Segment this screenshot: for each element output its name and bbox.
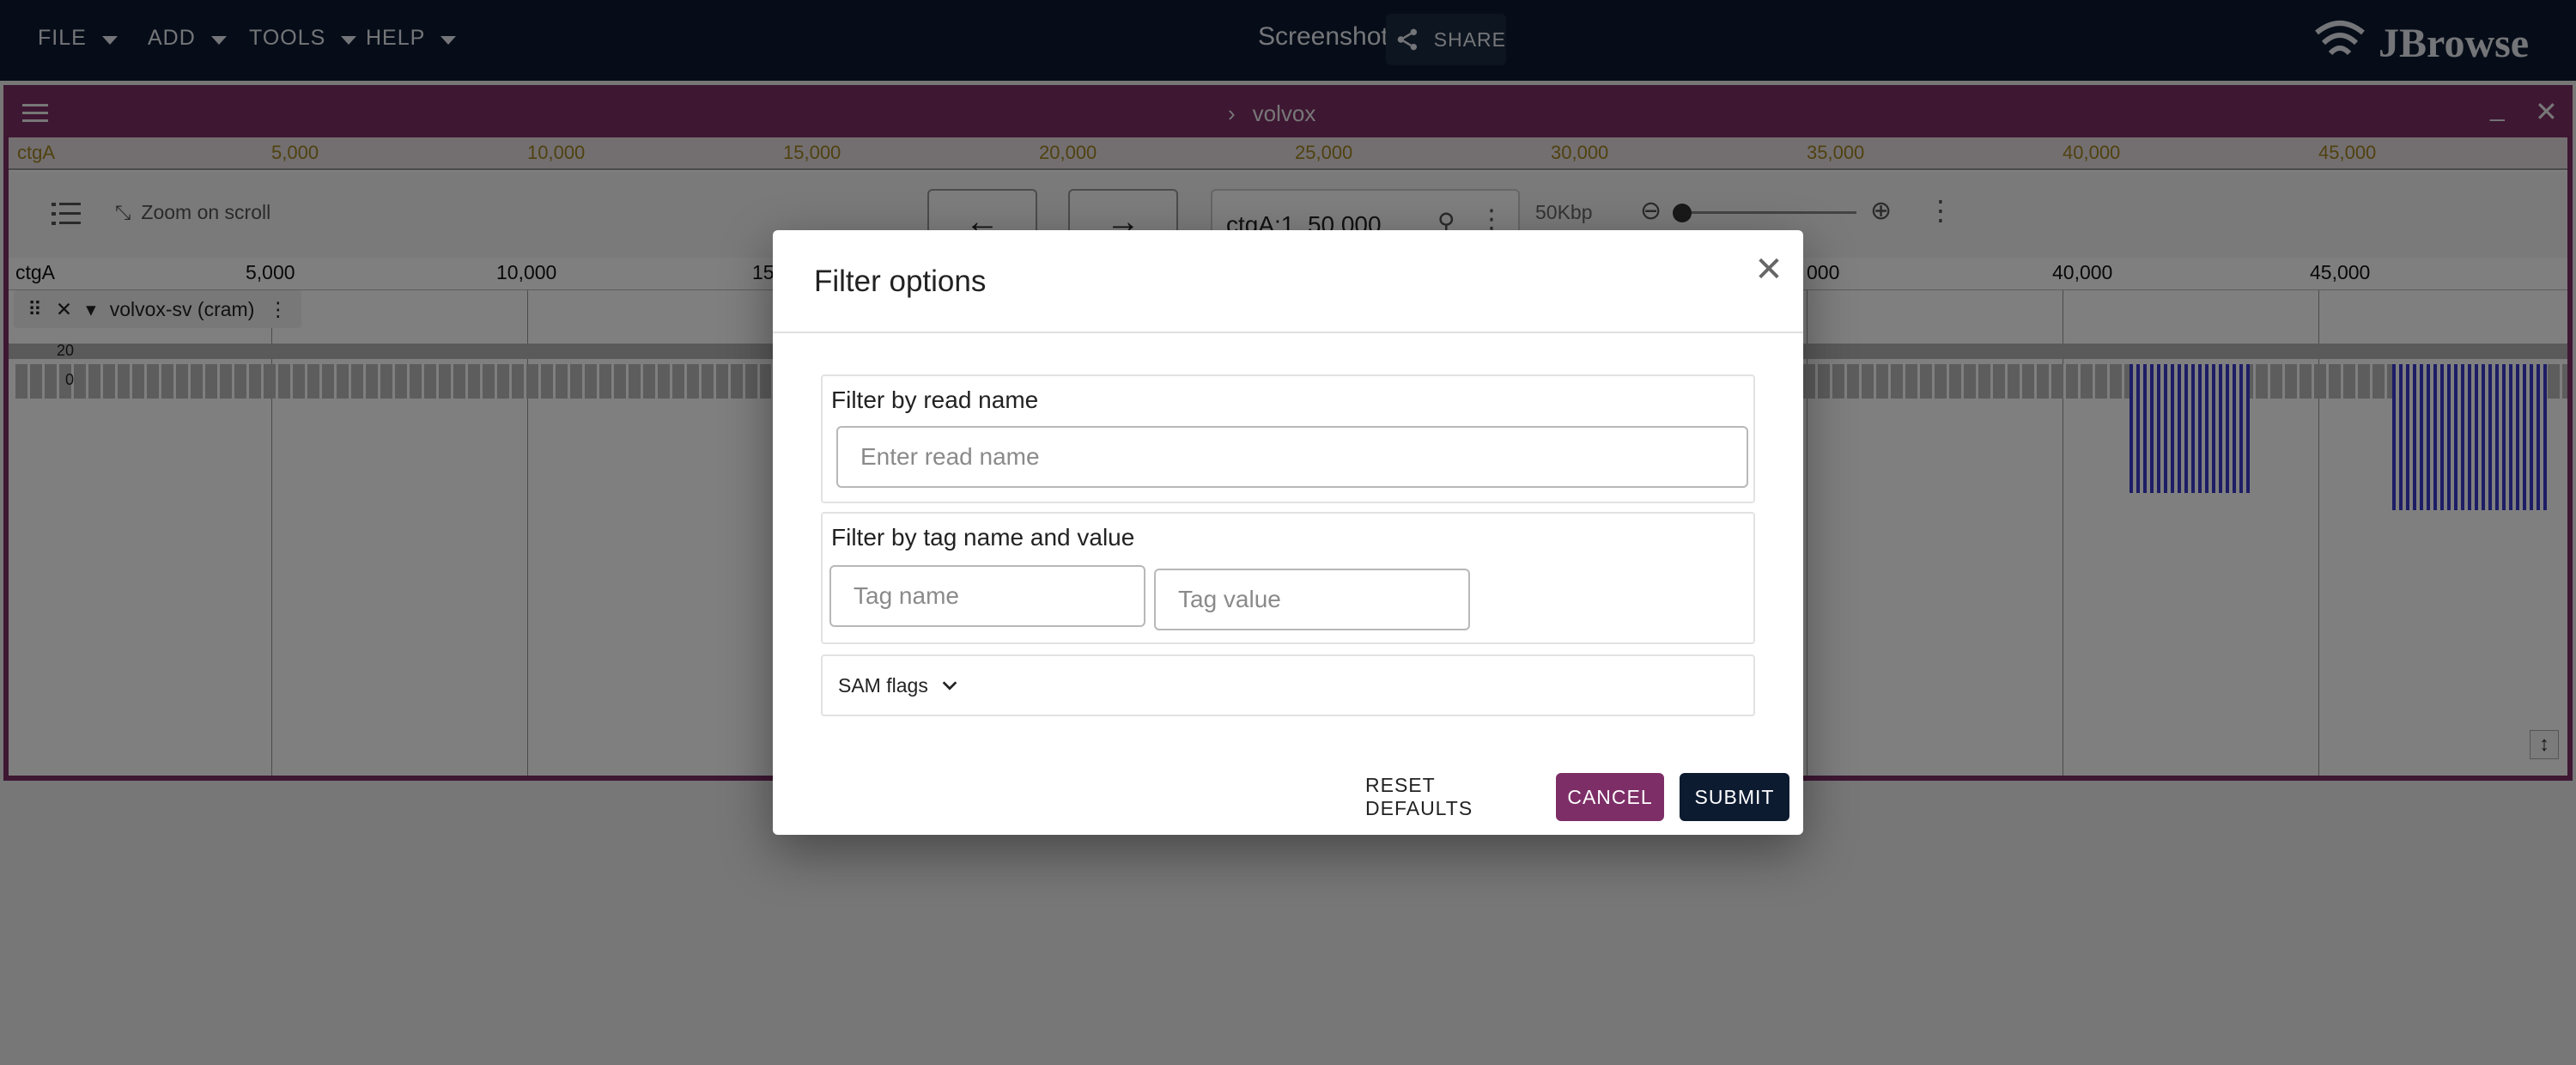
close-icon[interactable]: ✕ [1752,253,1786,287]
read-name-input[interactable] [836,426,1748,488]
submit-button[interactable]: SUBMIT [1680,773,1789,821]
reset-defaults-button[interactable]: RESET DEFAULTS [1365,773,1537,821]
cancel-button[interactable]: CANCEL [1556,773,1664,821]
read-name-label: Filter by read name [831,386,1039,413]
read-name-fieldset: Filter by read name [821,374,1755,503]
sam-flags-accordion[interactable]: SAM flags [821,654,1755,716]
tag-label: Filter by tag name and value [831,524,1135,551]
tag-name-input[interactable] [829,565,1145,627]
tag-value-input[interactable] [1154,569,1470,630]
dialog-title: Filter options [814,265,987,298]
sam-flags-label: SAM flags [838,673,928,697]
tag-fieldset: Filter by tag name and value [821,512,1755,644]
chevron-down-icon [942,681,957,691]
dialog-divider [773,332,1803,333]
filter-options-dialog: Filter options ✕ Filter by read name Fil… [773,230,1803,835]
